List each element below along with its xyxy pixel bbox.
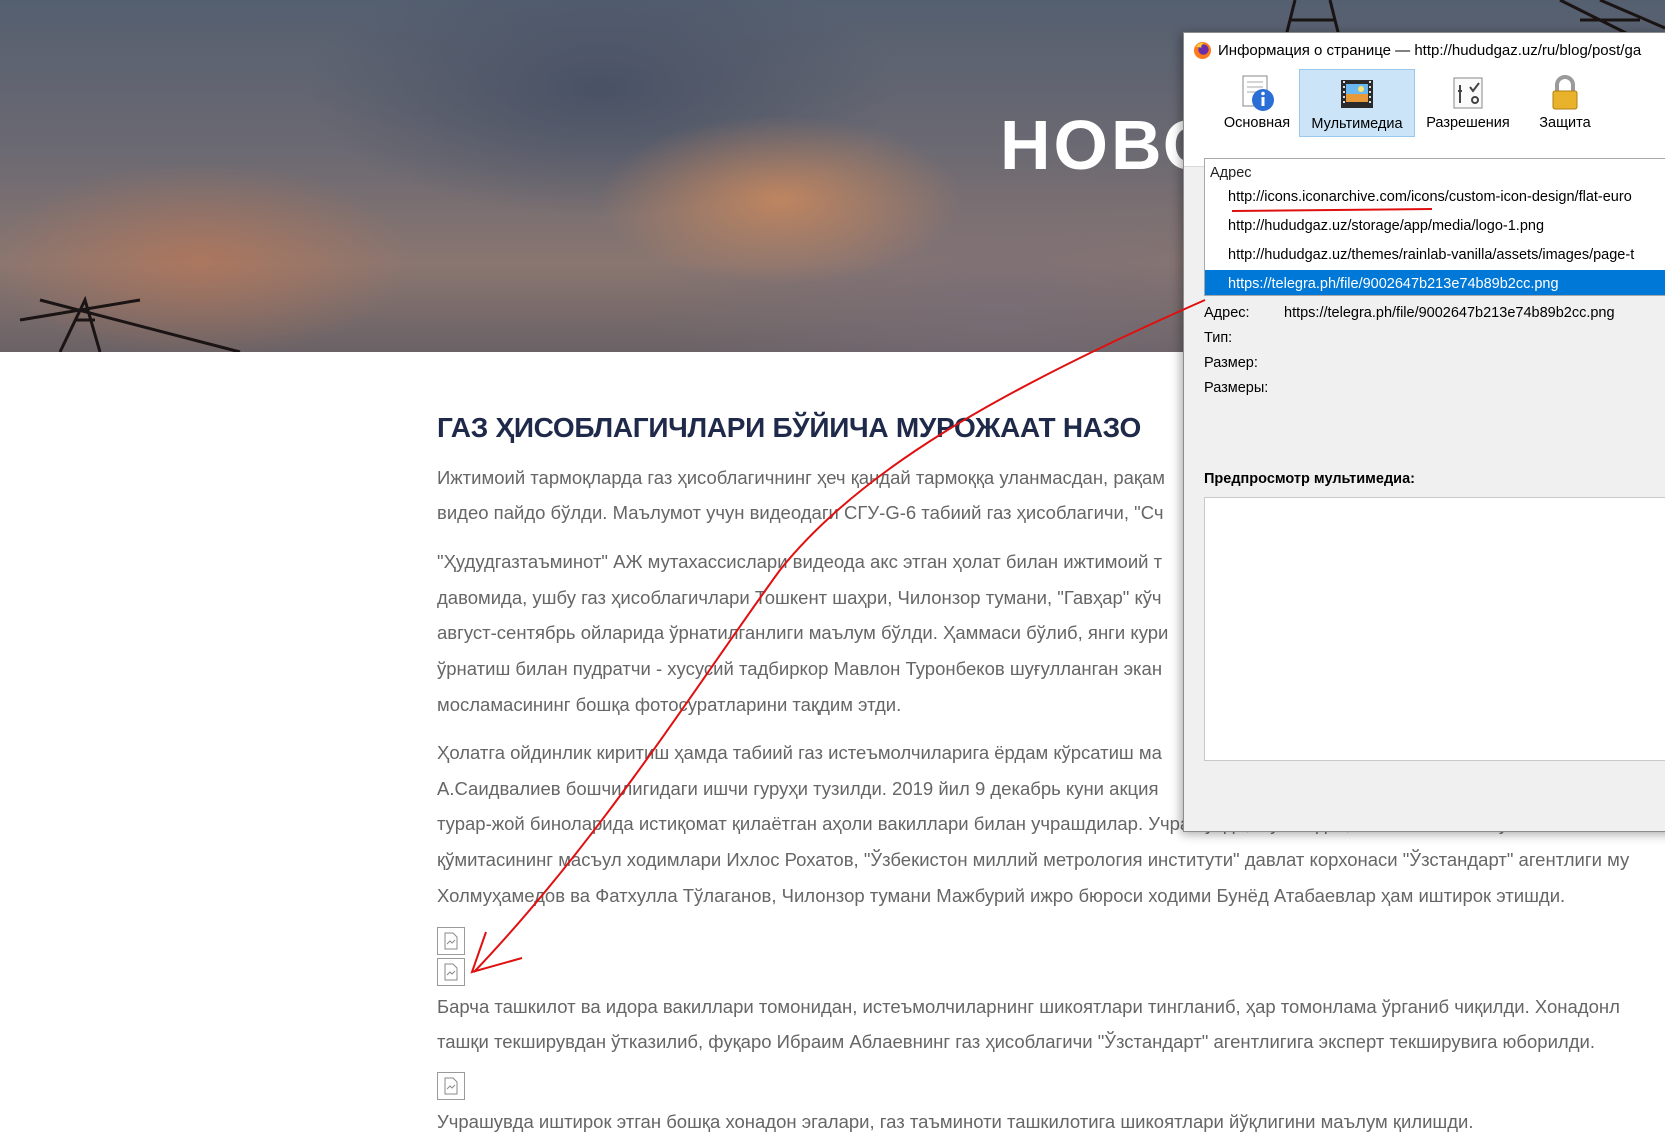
annotation-underline (1231, 208, 1433, 212)
annotation-arrow (473, 299, 1206, 973)
annotation-overlay (470, 208, 1433, 974)
